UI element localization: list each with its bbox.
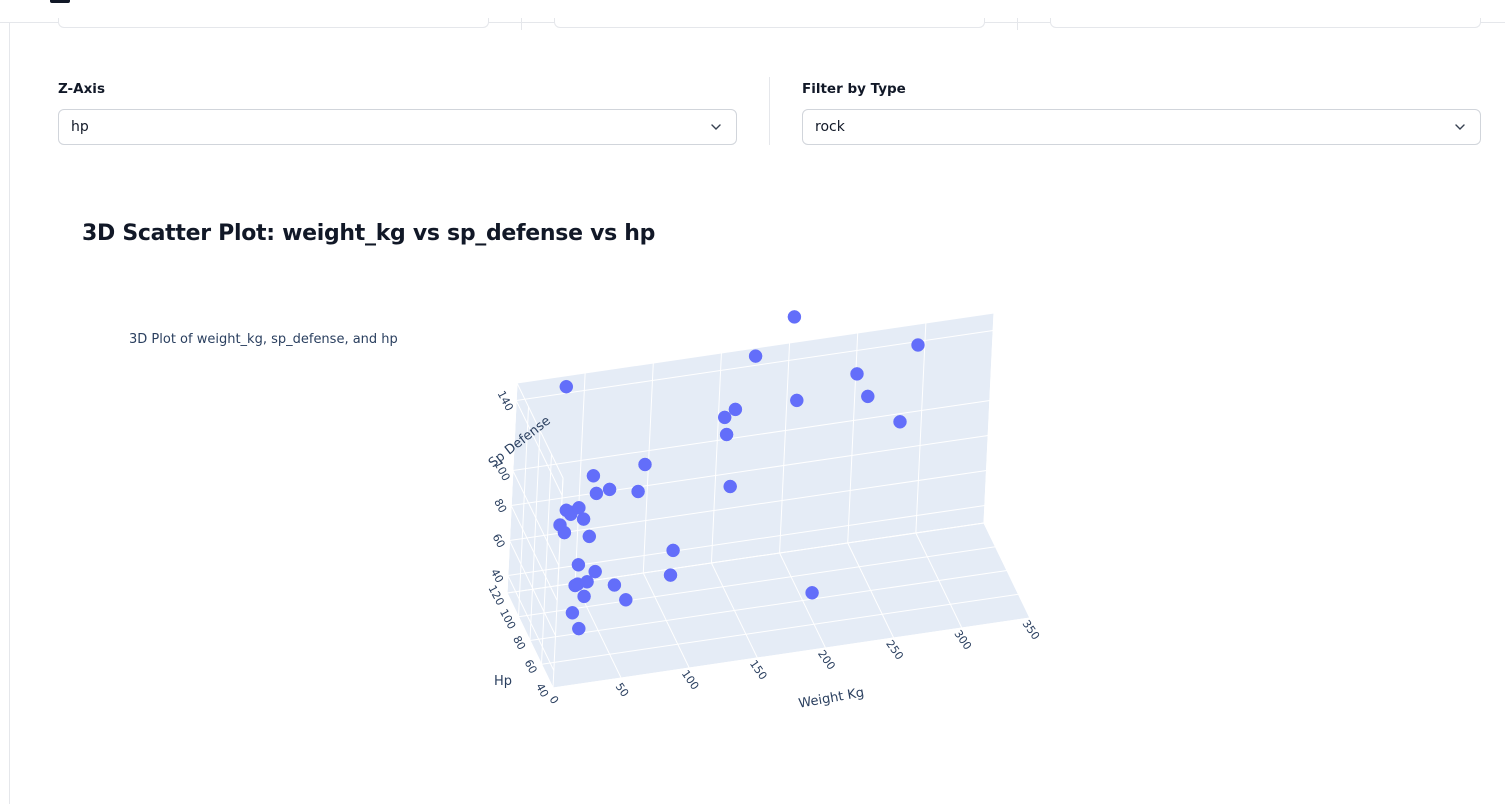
- data-point: [582, 529, 597, 544]
- x-tick-label: 150: [747, 658, 770, 683]
- data-point: [861, 389, 875, 404]
- x-tick-label: 350: [1020, 618, 1043, 643]
- z-tick-label: 80: [510, 634, 528, 652]
- x-tick-label: 100: [679, 668, 702, 693]
- data-point: [893, 415, 907, 429]
- data-point: [728, 402, 743, 417]
- x-axis-title: Weight Kg: [797, 685, 865, 711]
- data-point: [805, 586, 819, 600]
- data-point: [576, 512, 591, 526]
- data-point: [619, 593, 633, 607]
- z-axis-title: Hp: [494, 674, 512, 689]
- data-point: [571, 558, 586, 572]
- data-point: [557, 525, 572, 540]
- data-point: [719, 427, 734, 442]
- z-tick-label: 120: [485, 583, 506, 608]
- data-point: [787, 310, 802, 324]
- data-point: [607, 578, 622, 592]
- data-point: [911, 338, 925, 352]
- data-point: [572, 501, 586, 515]
- data-point: [572, 621, 586, 636]
- scatter-3d-plot[interactable]: 050 100 150 200 250 300 3504060801001204060801…: [0, 0, 1505, 804]
- z-tick-label: 40: [533, 681, 551, 699]
- y-tick-label: 80: [491, 497, 509, 515]
- data-point: [577, 589, 591, 604]
- data-point: [723, 479, 737, 494]
- data-point: [850, 367, 864, 381]
- x-tick-label: 300: [951, 628, 974, 653]
- y-tick-label: 140: [495, 389, 516, 414]
- data-point: [790, 393, 804, 408]
- z-tick-label: 60: [522, 657, 540, 675]
- x-tick-label: 250: [883, 638, 906, 663]
- data-point: [602, 482, 617, 497]
- data-point: [589, 486, 604, 501]
- data-point: [663, 568, 678, 582]
- data-point: [717, 410, 732, 425]
- data-point: [565, 606, 580, 620]
- x-tick-label: 200: [815, 648, 838, 673]
- x-tick-label: 50: [613, 681, 632, 700]
- data-point: [748, 349, 763, 363]
- data-point: [586, 469, 601, 483]
- data-point: [631, 484, 645, 499]
- data-point: [666, 543, 680, 558]
- data-point: [588, 564, 602, 579]
- y-tick-label: 40: [488, 567, 506, 585]
- data-point: [559, 379, 574, 394]
- x-tick-label: 0: [547, 693, 562, 706]
- data-point: [638, 457, 652, 472]
- y-tick-label: 60: [490, 532, 508, 550]
